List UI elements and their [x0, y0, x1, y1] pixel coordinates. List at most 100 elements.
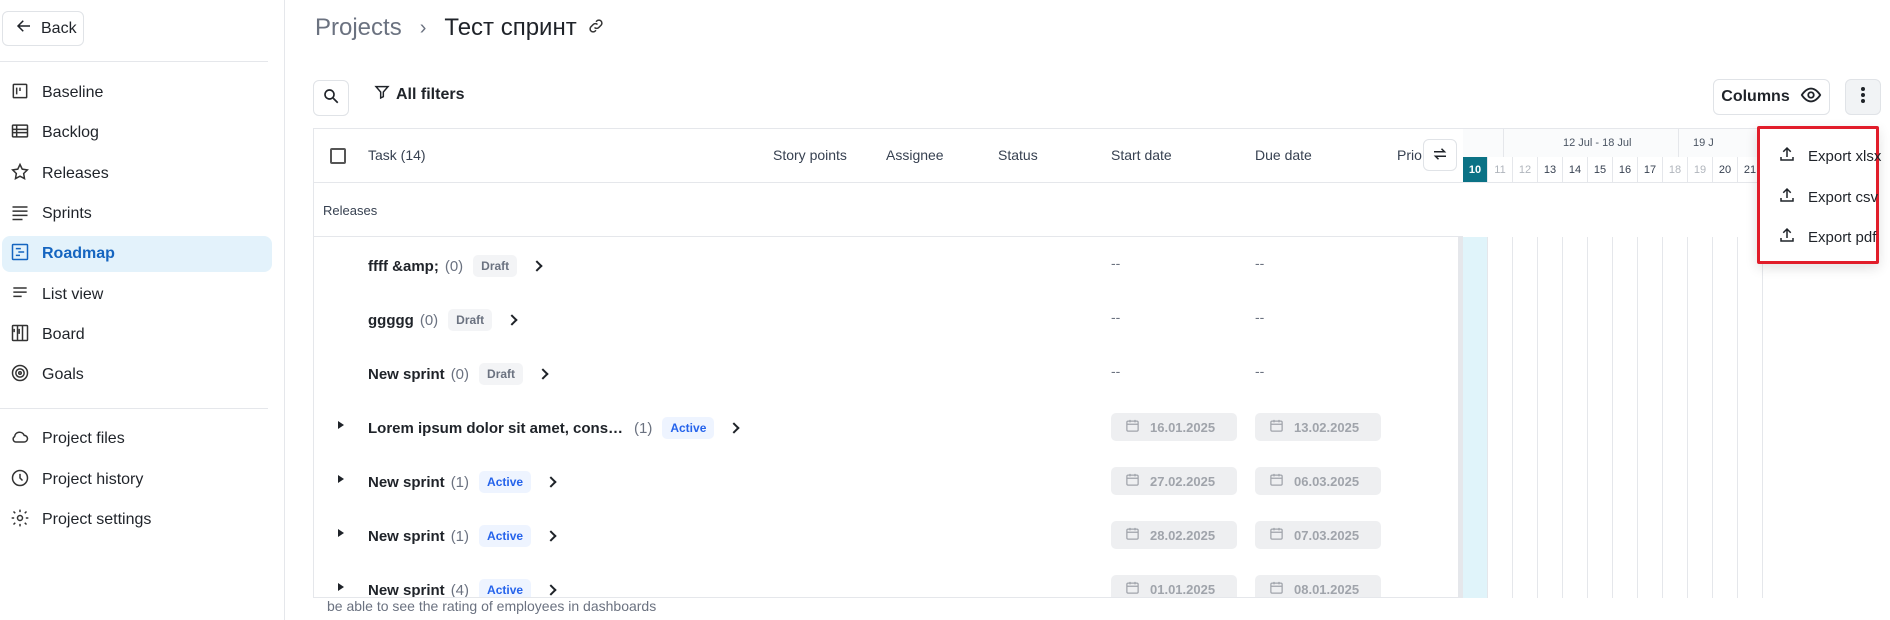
calendar-icon	[1269, 526, 1284, 544]
status-badge: Draft	[479, 363, 524, 385]
sidebar-item-backlog[interactable]: Backlog	[2, 115, 272, 151]
sidebar-item-label: Goals	[42, 366, 84, 383]
table-row[interactable]: New sprint (4) Active 01.01.2025 08.01.2…	[314, 561, 1463, 598]
chevron-right-icon[interactable]	[545, 530, 557, 542]
row-count: (0)	[444, 257, 464, 275]
row-title[interactable]: ggggg	[368, 312, 414, 329]
row-title[interactable]: Lorem ipsum dolor sit amet, consect…	[368, 420, 628, 437]
status-badge: Active	[662, 417, 715, 439]
sidebar-item-project-settings[interactable]: Project settings	[2, 502, 272, 538]
due-date: --	[1255, 363, 1265, 379]
gear-icon	[10, 508, 30, 533]
due-date-field[interactable]: 08.01.2025	[1255, 575, 1381, 597]
clock-icon	[10, 468, 30, 493]
chevron-right-icon[interactable]	[531, 260, 543, 272]
row-title[interactable]: New sprint	[368, 582, 445, 598]
sidebar: Back Baseline Backlog Releases Sprints R…	[0, 0, 285, 620]
select-all-checkbox[interactable]	[330, 148, 346, 164]
all-filters-button[interactable]: All filters	[374, 84, 464, 105]
table-row[interactable]: ggggg (0) Draft -- --	[314, 291, 1463, 345]
start-date: 28.02.2025	[1150, 527, 1216, 543]
back-button[interactable]: Back	[2, 11, 84, 46]
column-assignee[interactable]: Assignee	[886, 147, 944, 163]
row-name: New sprint (1) Active	[368, 525, 557, 547]
column-status[interactable]: Status	[998, 147, 1038, 163]
row-name: ggggg (0) Draft	[368, 309, 518, 331]
sidebar-item-label: Project history	[42, 471, 144, 488]
row-count: (1)	[450, 473, 470, 491]
due-date-field[interactable]: 13.02.2025	[1255, 413, 1381, 441]
row-name: New sprint (0) Draft	[368, 363, 549, 385]
columns-button[interactable]: Columns	[1713, 79, 1830, 115]
chevron-right-icon[interactable]	[506, 314, 518, 326]
start-date-field[interactable]: 16.01.2025	[1111, 413, 1237, 441]
more-options-button[interactable]	[1845, 79, 1881, 115]
search-button[interactable]	[313, 80, 349, 116]
chevron-right-icon[interactable]	[728, 422, 741, 434]
export-csv-item[interactable]: Export csv	[1778, 186, 1878, 208]
sidebar-item-label: Backlog	[42, 124, 99, 141]
export-pdf-item[interactable]: Export pdf	[1778, 226, 1876, 248]
back-label: Back	[41, 19, 77, 37]
link-icon[interactable]	[587, 14, 605, 42]
row-title[interactable]: New sprint	[368, 528, 445, 545]
due-date-field[interactable]: 06.03.2025	[1255, 467, 1381, 495]
sidebar-item-sprints[interactable]: Sprints	[2, 196, 272, 232]
expand-caret-icon[interactable]	[338, 583, 344, 591]
sidebar-item-baseline[interactable]: Baseline	[2, 75, 272, 111]
export-xlsx-item[interactable]: Export xlsx	[1778, 145, 1881, 167]
gantt-day-cell: 20	[1713, 157, 1738, 183]
menu-item-label: Export xlsx	[1808, 147, 1882, 165]
chevron-right-icon[interactable]	[545, 584, 557, 596]
row-count: (1)	[634, 419, 653, 437]
week-divider	[1503, 129, 1504, 157]
gantt-grid-line	[1637, 237, 1638, 598]
sidebar-item-releases[interactable]: Releases	[2, 156, 272, 192]
board-icon	[10, 323, 30, 348]
expand-caret-icon[interactable]	[338, 421, 344, 429]
sidebar-item-board[interactable]: Board	[2, 317, 272, 353]
due-date: --	[1255, 255, 1265, 271]
table-row[interactable]: New sprint (0) Draft -- --	[314, 345, 1463, 399]
start-date-field[interactable]: 01.01.2025	[1111, 575, 1237, 597]
row-title[interactable]: New sprint	[368, 474, 445, 491]
columns-label: Columns	[1721, 88, 1790, 105]
table-row[interactable]: New sprint (1) Active 27.02.2025 06.03.2…	[314, 453, 1463, 507]
table-row[interactable]: ffff &amp; (0) Draft -- --	[314, 237, 1463, 291]
sidebar-item-project-files[interactable]: Project files	[2, 421, 272, 457]
more-vertical-icon	[1860, 86, 1866, 109]
gantt-day-cell: 19	[1688, 157, 1713, 183]
column-due-date[interactable]: Due date	[1255, 147, 1312, 163]
start-date-field[interactable]: 27.02.2025	[1111, 467, 1237, 495]
row-title[interactable]: New sprint	[368, 366, 445, 383]
column-priority[interactable]: Prio	[1397, 147, 1422, 163]
breadcrumb-projects[interactable]: Projects	[315, 14, 402, 42]
gantt-day-cell: 10	[1463, 157, 1488, 183]
row-name: Lorem ipsum dolor sit amet, consect… (1)…	[368, 417, 741, 439]
expand-caret-icon[interactable]	[338, 529, 344, 537]
column-story-points[interactable]: Story points	[773, 147, 847, 163]
calendar-icon	[1269, 472, 1284, 490]
column-task[interactable]: Task (14)	[368, 147, 426, 163]
calendar-icon	[1125, 526, 1140, 544]
table-row[interactable]: Lorem ipsum dolor sit amet, consect… (1)…	[314, 399, 1463, 453]
column-start-date[interactable]: Start date	[1111, 147, 1172, 163]
task-caption[interactable]: be able to see the rating of employees i…	[327, 598, 656, 614]
row-title[interactable]: ffff &amp;	[368, 258, 439, 275]
chevron-right-icon[interactable]	[545, 476, 557, 488]
gantt-day-cell: 15	[1588, 157, 1613, 183]
table-row[interactable]: New sprint (1) Active 28.02.2025 07.03.2…	[314, 507, 1463, 561]
table-header: Task (14) Story points Assignee Status S…	[314, 129, 1463, 183]
sidebar-item-list-view[interactable]: List view	[2, 277, 272, 313]
start-date-field[interactable]: 28.02.2025	[1111, 521, 1237, 549]
due-date: 07.03.2025	[1294, 527, 1360, 543]
sidebar-item-roadmap[interactable]: Roadmap	[2, 236, 272, 272]
swap-view-button[interactable]	[1423, 139, 1457, 171]
due-date-field[interactable]: 07.03.2025	[1255, 521, 1381, 549]
chevron-right-icon[interactable]	[537, 368, 549, 380]
expand-caret-icon[interactable]	[338, 475, 344, 483]
sidebar-item-goals[interactable]: Goals	[2, 357, 272, 393]
sidebar-item-project-history[interactable]: Project history	[2, 462, 272, 498]
calendar-icon	[1125, 472, 1140, 490]
gantt-grid-line	[1537, 237, 1538, 598]
